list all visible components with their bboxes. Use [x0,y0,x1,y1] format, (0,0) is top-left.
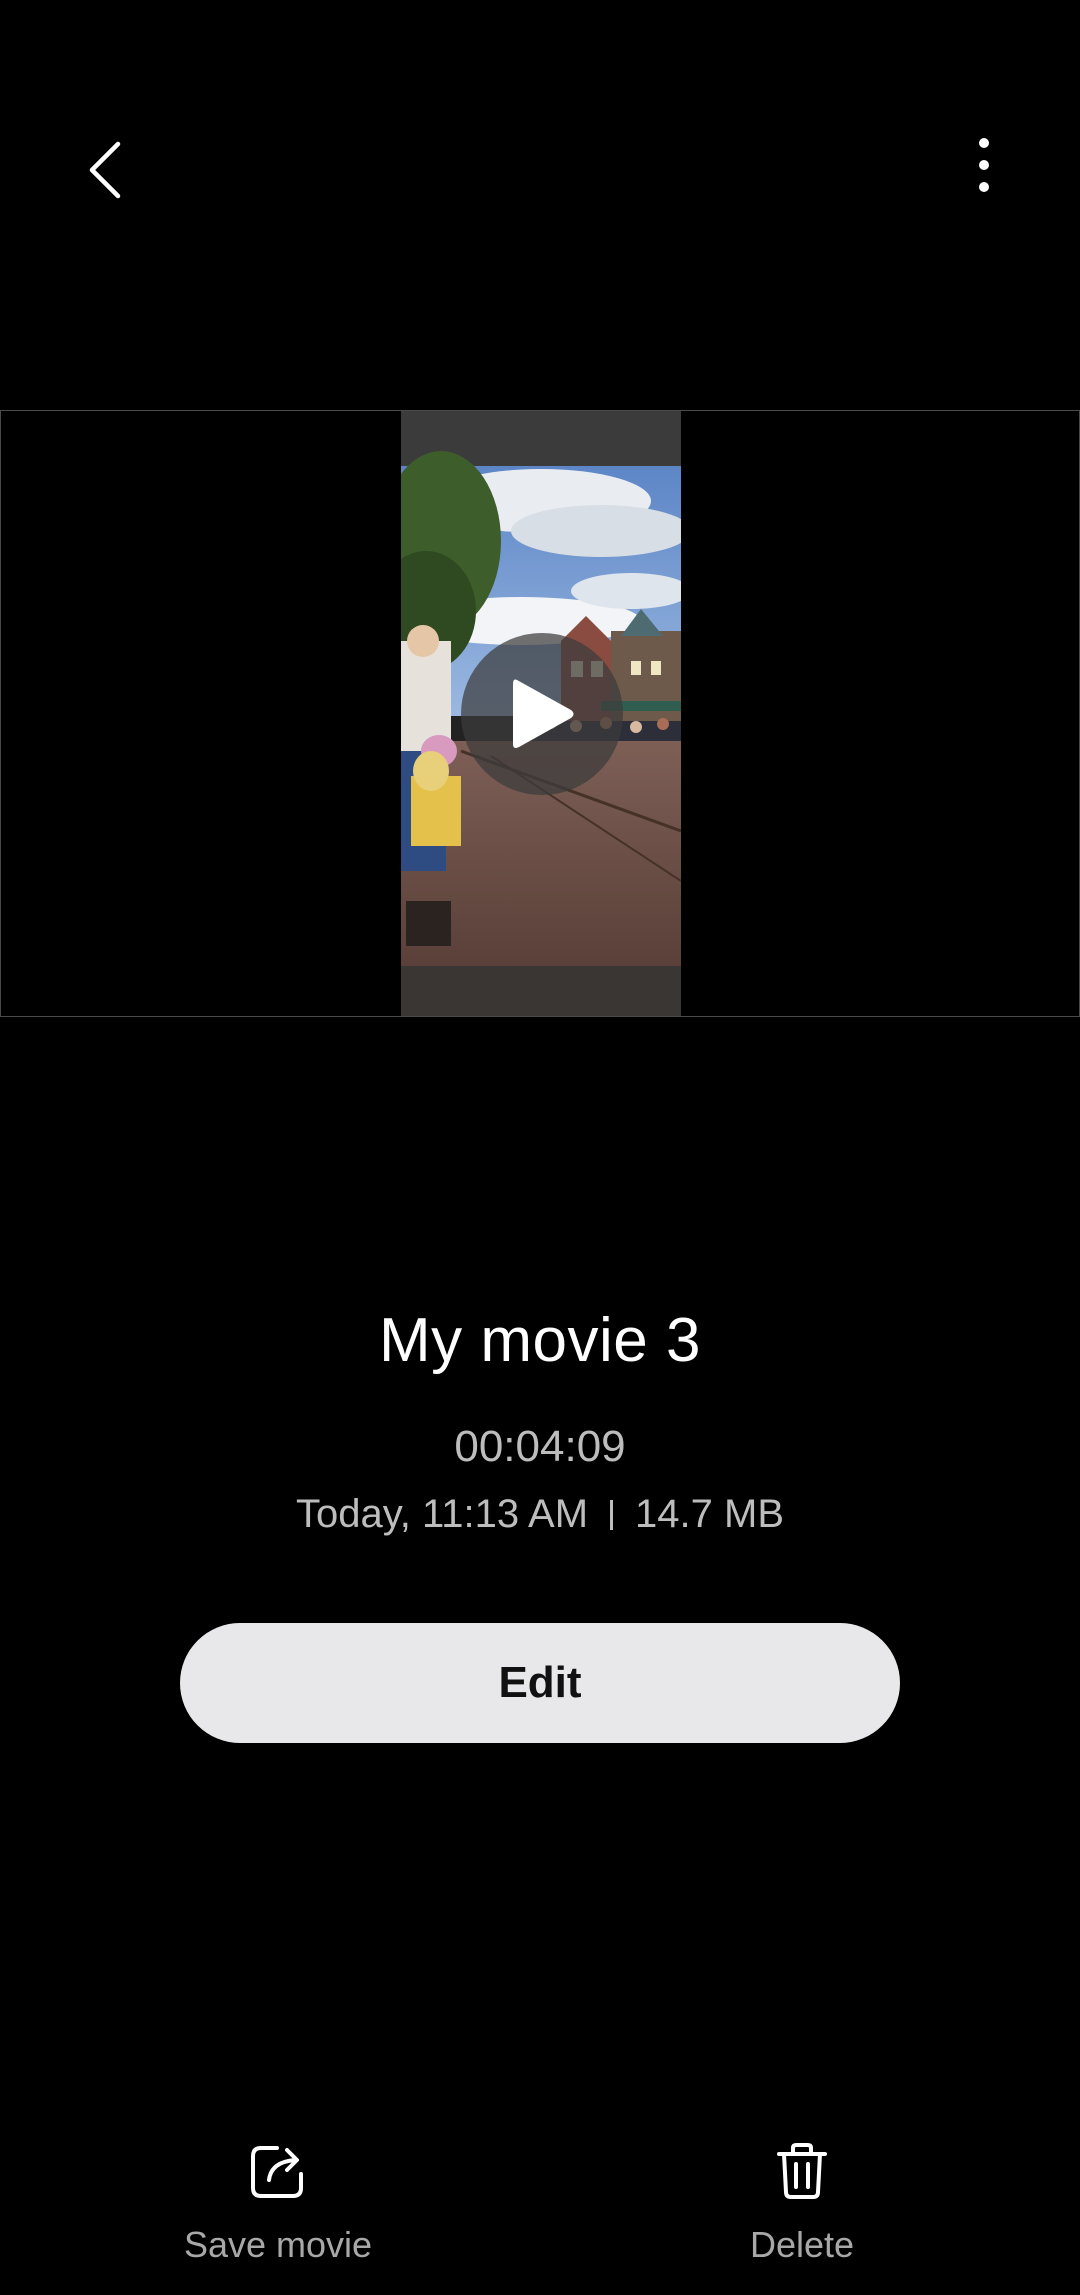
more-options-button[interactable] [934,115,1034,215]
share-export-icon [247,2140,309,2202]
movie-meta: Today, 11:13 AM 14.7 MB [0,1492,1080,1537]
movie-detail-screen: My movie 3 00:04:09 Today, 11:13 AM 14.7… [0,0,1080,2295]
chevron-left-icon [89,141,121,199]
movie-duration: 00:04:09 [454,1422,626,1471]
delete-button[interactable]: Delete [662,2140,942,2280]
movie-date: Today, 11:13 AM [296,1492,589,1536]
more-vertical-icon [979,138,989,192]
back-button[interactable] [56,120,156,220]
video-preview[interactable] [0,410,1080,1017]
save-movie-label: Save movie [183,2224,373,2265]
movie-title: My movie 3 [379,1306,701,1375]
delete-label: Delete [749,2224,855,2265]
save-movie-button[interactable]: Save movie [138,2140,418,2280]
edit-button[interactable]: Edit [180,1623,900,1743]
play-icon [513,679,574,748]
trash-icon [771,2140,833,2202]
play-button[interactable] [461,633,623,795]
meta-divider [610,1499,614,1530]
movie-size: 14.7 MB [635,1492,784,1536]
